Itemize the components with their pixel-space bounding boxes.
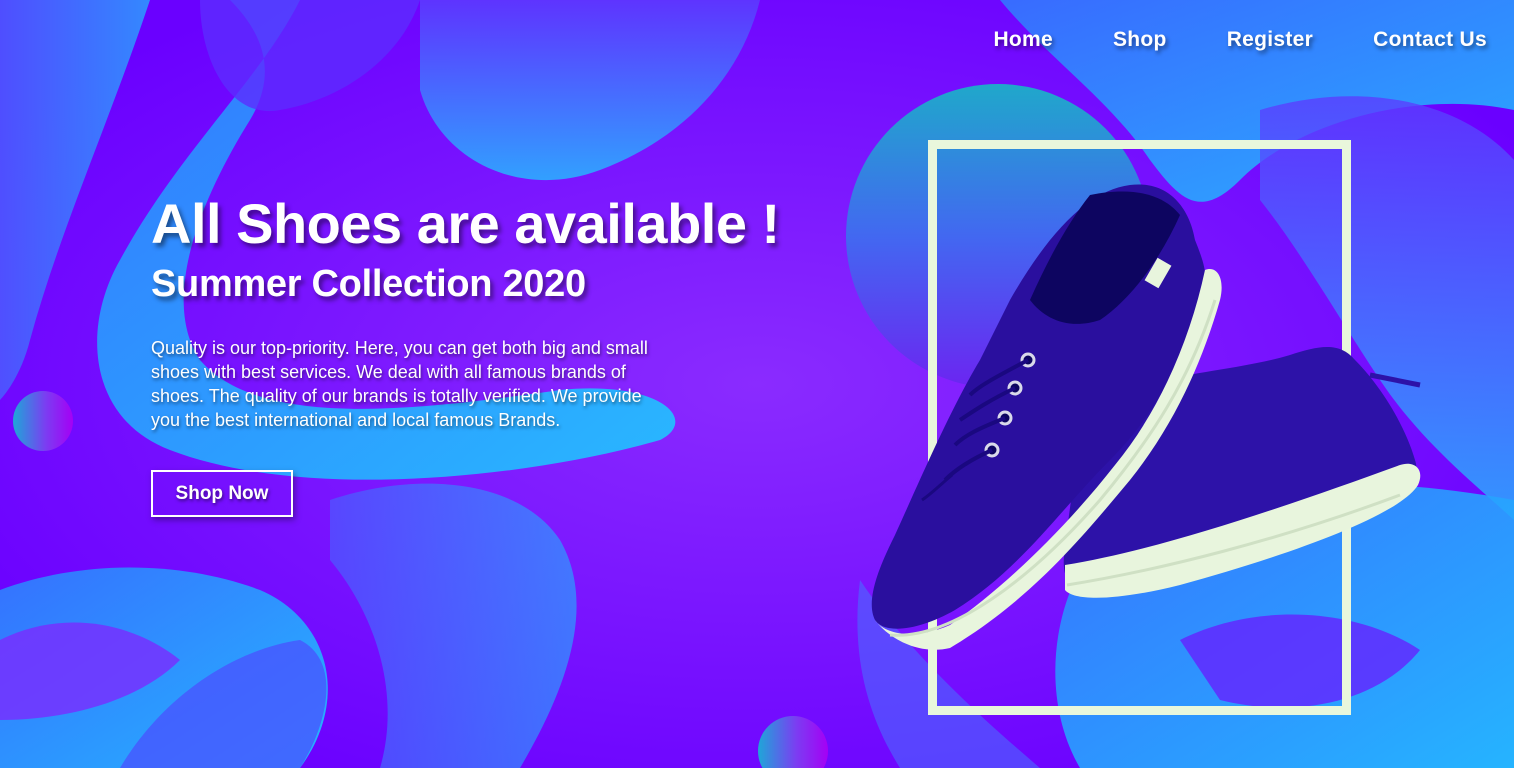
nav-contact-us[interactable]: Contact Us: [1373, 28, 1487, 52]
nav-register[interactable]: Register: [1227, 28, 1313, 52]
hero-title: All Shoes are available !: [151, 192, 780, 255]
hero-description: Quality is our top-priority. Here, you c…: [151, 338, 648, 430]
nav-home[interactable]: Home: [993, 28, 1053, 52]
hero-subtitle: Summer Collection 2020: [151, 263, 586, 305]
hero-section: All Shoes are available ! Summer Collect…: [151, 190, 780, 432]
nav-shop[interactable]: Shop: [1113, 28, 1167, 52]
shop-now-button[interactable]: Shop Now: [151, 470, 293, 517]
circle-decor-left: [13, 391, 73, 451]
top-nav: Home Shop Register Contact Us: [993, 28, 1487, 52]
landing-page: Home Shop Register Contact Us All Shoes …: [0, 0, 1514, 768]
sneaker-image: [871, 184, 1421, 650]
